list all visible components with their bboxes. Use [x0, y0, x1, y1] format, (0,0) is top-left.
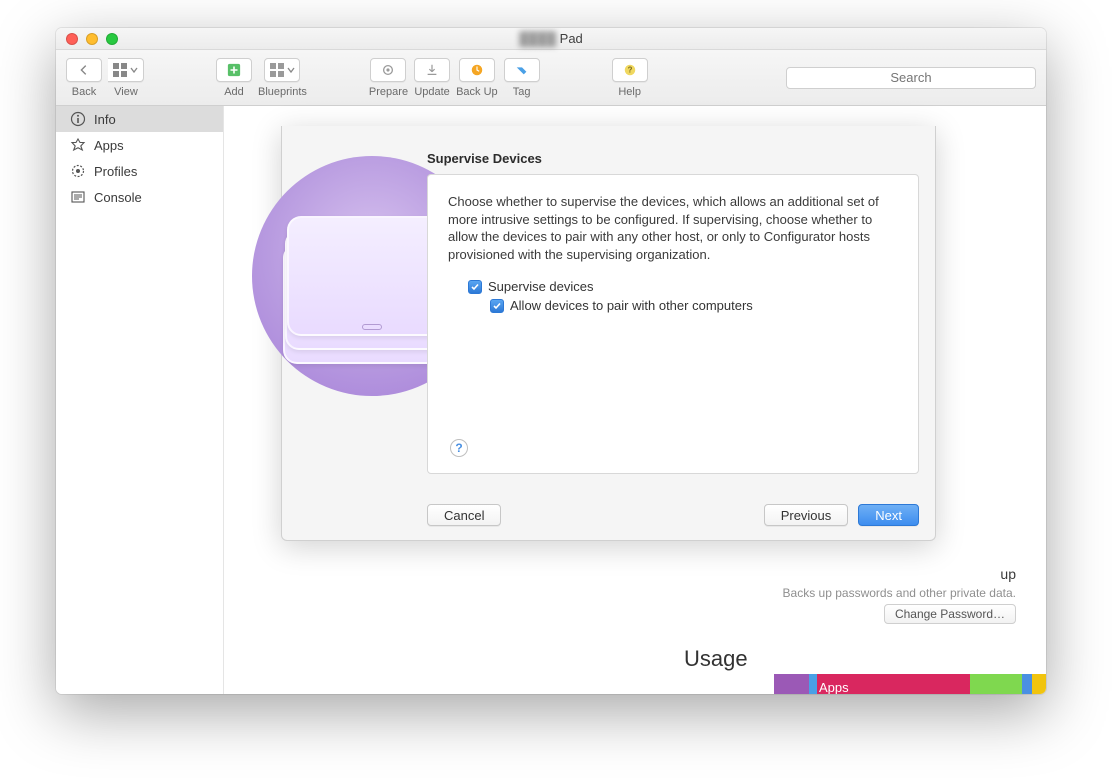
- apps-icon: [70, 137, 86, 153]
- search-input[interactable]: [786, 67, 1036, 89]
- usage-bar: [774, 674, 1046, 694]
- usage-segment: [1022, 674, 1032, 694]
- help-button[interactable]: ?: [612, 58, 648, 82]
- backup-group: Back Up: [456, 58, 498, 98]
- window: ████ Pad Back View Add: [56, 28, 1046, 694]
- console-icon: [70, 189, 86, 205]
- chevron-down-icon: [287, 66, 295, 74]
- sidebar-item-info[interactable]: Info: [56, 106, 223, 132]
- usage-segment: [1032, 674, 1046, 694]
- tag-icon: [515, 63, 529, 77]
- sidebar: Info Apps Profiles Console: [56, 106, 224, 694]
- usage-apps-label: Apps: [819, 680, 849, 694]
- toolbar: Back View Add Blueprints: [56, 50, 1046, 106]
- back-button[interactable]: [66, 58, 102, 82]
- sheet-buttons: Cancel Previous Next: [427, 504, 919, 526]
- usage-segment: [774, 674, 809, 694]
- titlebar: ████ Pad: [56, 28, 1046, 50]
- sidebar-item-label: Profiles: [94, 164, 137, 179]
- prepare-group: Prepare: [369, 58, 408, 98]
- previous-button[interactable]: Previous: [764, 504, 849, 526]
- download-icon: [425, 63, 439, 77]
- add-button[interactable]: [216, 58, 252, 82]
- supervise-sheet: Supervise Devices Choose whether to supe…: [281, 126, 936, 541]
- checkbox-checked-icon: [490, 299, 504, 313]
- gear-icon: [381, 63, 395, 77]
- sheet-title: Supervise Devices: [427, 151, 542, 166]
- blueprints-group: Blueprints: [258, 58, 307, 98]
- help-icon: ?: [623, 63, 637, 77]
- next-button[interactable]: Next: [858, 504, 919, 526]
- info-icon: [70, 111, 86, 127]
- profiles-icon: [70, 163, 86, 179]
- search-wrap: [786, 67, 1036, 89]
- supervise-checkbox-row[interactable]: Supervise devices: [468, 279, 898, 294]
- sheet-help-button[interactable]: ?: [450, 439, 468, 457]
- window-title: ████ Pad: [56, 31, 1046, 46]
- view-grid-button[interactable]: [108, 58, 144, 82]
- back-group: Back: [66, 58, 102, 98]
- view-group: View: [108, 58, 144, 98]
- sidebar-item-label: Apps: [94, 138, 124, 153]
- prepare-button[interactable]: [370, 58, 406, 82]
- encrypt-backup-desc: Backs up passwords and other private dat…: [783, 586, 1016, 600]
- supervise-checkbox-label: Supervise devices: [488, 279, 594, 294]
- backup-button[interactable]: [459, 58, 495, 82]
- clock-icon: [470, 63, 484, 77]
- cancel-button[interactable]: Cancel: [427, 504, 501, 526]
- checkbox-checked-icon: [468, 280, 482, 294]
- update-group: Update: [414, 58, 450, 98]
- blueprints-button[interactable]: [264, 58, 300, 82]
- chevron-left-icon: [77, 63, 91, 77]
- usage-segment: [970, 674, 1022, 694]
- usage-title: Usage: [684, 646, 748, 672]
- grid-icon: [113, 63, 127, 77]
- tag-button[interactable]: [504, 58, 540, 82]
- svg-text:?: ?: [627, 65, 632, 74]
- change-password-wrap: Change Password…: [884, 604, 1016, 624]
- change-password-button[interactable]: Change Password…: [884, 604, 1016, 624]
- update-button[interactable]: [414, 58, 450, 82]
- encrypt-backup-label: up: [1000, 566, 1016, 582]
- sidebar-item-profiles[interactable]: Profiles: [56, 158, 223, 184]
- sheet-box: Choose whether to supervise the devices,…: [427, 174, 919, 474]
- help-group: ? Help: [612, 58, 648, 98]
- pair-checkbox-row[interactable]: Allow devices to pair with other compute…: [490, 298, 898, 313]
- add-group: Add: [216, 58, 252, 98]
- sidebar-item-label: Info: [94, 112, 116, 127]
- sidebar-item-apps[interactable]: Apps: [56, 132, 223, 158]
- pair-checkbox-label: Allow devices to pair with other compute…: [510, 298, 753, 313]
- blueprints-icon: [270, 63, 284, 77]
- usage-segment: [809, 674, 817, 694]
- sidebar-item-label: Console: [94, 190, 142, 205]
- plus-icon: [227, 63, 241, 77]
- sheet-description: Choose whether to supervise the devices,…: [448, 193, 898, 263]
- tag-group: Tag: [504, 58, 540, 98]
- chevron-down-icon: [130, 66, 138, 74]
- sidebar-item-console[interactable]: Console: [56, 184, 223, 210]
